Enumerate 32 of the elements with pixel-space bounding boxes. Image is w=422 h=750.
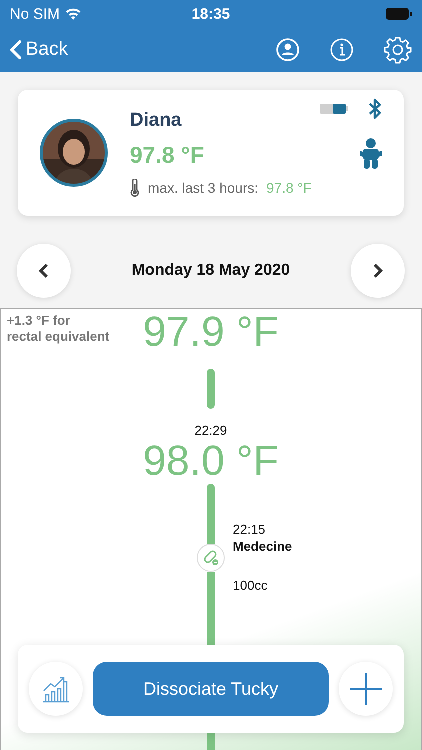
battery-level-icon	[320, 103, 348, 115]
date-label: Monday 18 May 2020	[130, 262, 292, 280]
max-temperature: 97.8 °F	[266, 180, 312, 196]
wifi-icon	[65, 8, 82, 20]
plus-icon	[350, 673, 382, 705]
thermometer-icon	[130, 178, 140, 196]
chevron-left-icon	[38, 262, 50, 280]
timeline-bar	[207, 369, 215, 410]
info-icon[interactable]	[330, 38, 354, 62]
profile-icon[interactable]	[276, 38, 300, 62]
current-temperature: 97.8 °F	[130, 142, 206, 168]
dissociate-button[interactable]: Dissociate Tucky	[93, 662, 329, 716]
back-button[interactable]: Back	[10, 39, 68, 61]
clock: 18:35	[192, 6, 230, 22]
rectal-note: +1.3 °F for rectal equivalent	[6, 312, 111, 346]
baby-icon	[360, 138, 382, 170]
event-detail: 100cc	[233, 578, 269, 594]
temperature-reading: 98.0 °F	[143, 438, 279, 484]
child-name: Diana	[130, 110, 183, 132]
chart-icon[interactable]	[29, 662, 83, 716]
carrier-label: No SIM	[10, 6, 60, 22]
event-title: Medecine	[233, 539, 294, 554]
temperature-reading: 97.9 °F	[143, 309, 279, 356]
settings-icon[interactable]	[384, 36, 412, 64]
event-time: 22:15	[233, 522, 267, 538]
chevron-left-icon	[10, 40, 22, 60]
battery-icon	[386, 8, 412, 20]
timeline-bar	[207, 484, 215, 544]
add-button[interactable]	[339, 662, 393, 716]
max-label: max. last 3 hours:	[148, 180, 258, 196]
chevron-right-icon	[372, 262, 384, 280]
reading-time: 22:29	[194, 423, 228, 438]
